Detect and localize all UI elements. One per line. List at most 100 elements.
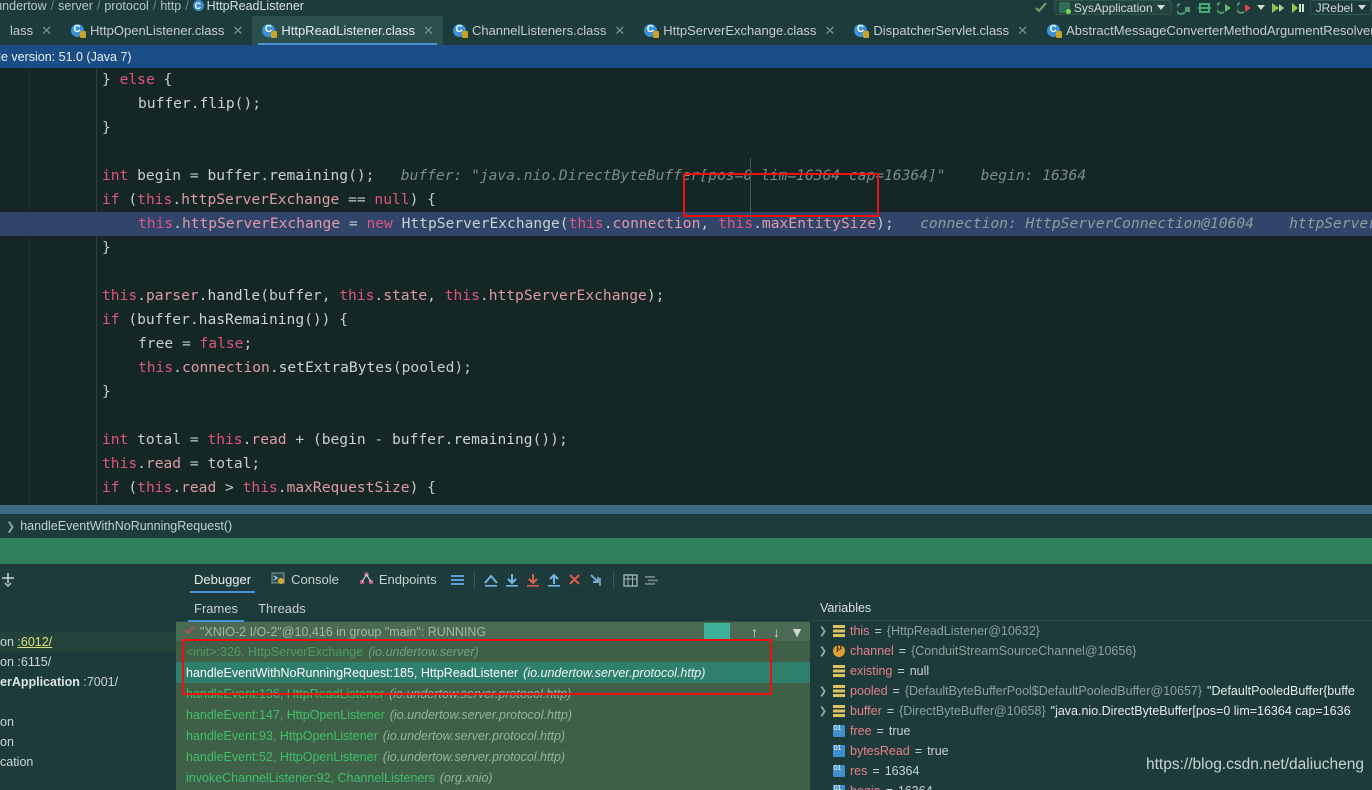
frame-row-0[interactable]: <init>:326, HttpServerExchange (io.undert… — [176, 641, 810, 662]
variable-value: 16364 — [884, 764, 920, 778]
expand-arrow-icon[interactable]: ❯ — [818, 646, 828, 657]
editor-tab-0[interactable]: lass ✕ — [0, 16, 61, 45]
run-with-coverage-icon[interactable] — [1270, 1, 1285, 15]
step-over-icon[interactable] — [502, 569, 523, 590]
step-out-icon[interactable] — [544, 569, 565, 590]
editor-tab-1[interactable]: HttpOpenListener.class ✕ — [61, 16, 252, 45]
breadcrumb-part[interactable]: http — [160, 0, 181, 13]
filter-icon[interactable]: ▼ — [790, 624, 804, 640]
editor-tab-5[interactable]: DispatcherServlet.class ✕ — [844, 16, 1037, 45]
thread-dropdown-button[interactable] — [704, 623, 730, 639]
code-line-17: if (this.read > this.maxRequestSize) { — [102, 479, 436, 496]
evaluate-expression-icon[interactable] — [620, 569, 641, 590]
field-icon — [833, 705, 845, 717]
endpoints-icon — [359, 571, 374, 588]
close-icon[interactable]: ✕ — [824, 23, 835, 39]
variable-row-2[interactable]: existing = null — [810, 661, 1372, 681]
variable-row-4[interactable]: ❯ buffer = {DirectByteBuffer@10658} "java.n… — [810, 701, 1372, 721]
console-line-5[interactable]: on — [0, 732, 176, 752]
console-line-6[interactable]: cation — [0, 752, 176, 772]
expand-arrow-icon[interactable]: ❯ — [818, 626, 828, 637]
subtab-threads[interactable]: Threads — [248, 595, 316, 622]
editor-horizontal-scrollbar[interactable] — [0, 505, 1372, 514]
run-icon[interactable] — [1214, 1, 1232, 15]
thread-label: "XNIO-2 I/O-2"@10,416 in group "main": R… — [200, 624, 487, 639]
breadcrumb-class[interactable]: HttpReadListener — [207, 0, 304, 13]
force-step-into-icon[interactable] — [565, 569, 586, 590]
run-configuration-selector[interactable]: SysApplication — [1053, 0, 1172, 15]
editor-tab-3[interactable]: ChannelListeners.class ✕ — [443, 16, 634, 45]
variable-row-1[interactable]: ❯ channel = {ConduitStreamSourceChannel@106… — [810, 641, 1372, 661]
step-into-icon[interactable] — [523, 569, 544, 590]
breadcrumb-part[interactable]: protocol — [104, 0, 148, 13]
run-to-cursor-icon[interactable] — [586, 569, 607, 590]
settings-icon[interactable] — [641, 569, 662, 590]
frame-package: (io.undertow.server.protocol.http) — [389, 686, 572, 701]
variable-equals: = — [892, 684, 900, 698]
frame-row-5[interactable]: handleEvent:52, HttpOpenListener (io.unde… — [176, 746, 810, 767]
variable-row-3[interactable]: ❯ pooled = {DefaultByteBufferPool$DefaultPo… — [810, 681, 1372, 701]
frame-row-4[interactable]: handleEvent:93, HttpOpenListener (io.unde… — [176, 725, 810, 746]
java-class-icon — [71, 23, 87, 38]
tab-console[interactable]: Console — [261, 564, 349, 595]
chevron-down-icon-2[interactable] — [1256, 5, 1265, 10]
tab-debugger[interactable]: Debugger — [184, 564, 261, 595]
frames-list[interactable]: "XNIO-2 I/O-2"@10,416 in group "main": R… — [176, 622, 810, 790]
variable-row-0[interactable]: ❯ this = {HttpReadListener@10632} — [810, 621, 1372, 641]
debug-icon[interactable] — [1234, 1, 1252, 15]
run-config-label: SysApplication — [1073, 0, 1153, 15]
notification-bar[interactable]: de version: 51.0 (Java 7) — [0, 45, 1372, 68]
editor-structure-breadcrumb[interactable]: ❯ handleEventWithNoRunningRequest() — [0, 514, 1372, 538]
close-icon[interactable]: ✕ — [423, 23, 434, 39]
code-line-13: } — [102, 383, 111, 400]
expand-arrow-icon[interactable]: ❯ — [818, 706, 828, 717]
close-icon[interactable]: ✕ — [232, 23, 243, 39]
console-line-3[interactable] — [0, 692, 176, 712]
frame-method: <init>:326, HttpServerExchange — [186, 644, 364, 659]
console-link[interactable]: :7001/ — [83, 675, 118, 689]
breadcrumb-part[interactable]: undertow — [0, 0, 47, 13]
top-strip: io/undertow/server/protocol/http/HttpRea… — [0, 0, 1372, 16]
sync-icon[interactable] — [1197, 1, 1212, 15]
close-icon[interactable]: ✕ — [41, 23, 52, 39]
close-icon[interactable]: ✕ — [614, 23, 625, 39]
editor-tab-6[interactable]: AbstractMessageConverterMethodArgumentRe… — [1037, 16, 1372, 45]
editor-tab-4[interactable]: HttpServerExchange.class ✕ — [634, 16, 844, 45]
frame-up-icon[interactable]: ↑ — [751, 624, 758, 640]
primitive-icon — [833, 783, 845, 790]
frame-row-1[interactable]: handleEventWithNoRunningRequest:185, Htt… — [176, 662, 810, 683]
code-line-12: this.connection.setExtraBytes(pooled); — [138, 359, 472, 376]
console-line-0[interactable]: on :6012/ — [0, 632, 176, 652]
subtab-frames[interactable]: Frames — [184, 595, 248, 622]
editor-crumb-label: handleEventWithNoRunningRequest() — [20, 519, 233, 533]
jrebel-menu[interactable]: JRebel — [1309, 0, 1372, 15]
class-icon — [192, 0, 204, 14]
frame-down-icon[interactable]: ↓ — [773, 624, 780, 640]
build-icon[interactable] — [1174, 1, 1192, 15]
console-line-2[interactable]: erApplication :7001/ — [0, 672, 176, 692]
expand-arrow-icon[interactable]: ❯ — [818, 686, 828, 697]
soft-wrap-icon[interactable] — [0, 570, 20, 588]
frame-row-6[interactable]: invokeChannelListener:92, ChannelListene… — [176, 767, 810, 788]
console-rail[interactable]: on :6012/on :6115/erApplication :7001/on… — [0, 564, 176, 790]
console-line-4[interactable]: on — [0, 712, 176, 732]
profile-icon[interactable] — [1290, 1, 1305, 15]
console-link[interactable]: :6115/ — [17, 655, 51, 669]
console-link[interactable]: :6012/ — [17, 635, 52, 649]
tab-endpoints[interactable]: Endpoints — [349, 564, 447, 595]
variable-name: pooled — [850, 684, 888, 698]
variable-name: this — [850, 624, 870, 638]
variable-row-8[interactable]: begin = 16364 — [810, 781, 1372, 790]
editor-tab-2[interactable]: HttpReadListener.class ✕ — [252, 16, 443, 45]
show-execution-point-icon[interactable] — [481, 569, 502, 590]
frame-row-3[interactable]: handleEvent:147, HttpOpenListener (io.und… — [176, 704, 810, 725]
layout-settings-icon[interactable] — [447, 569, 468, 590]
toolbar-divider-2 — [612, 571, 614, 588]
variable-row-5[interactable]: free = true — [810, 721, 1372, 741]
console-line-1[interactable]: on :6115/ — [0, 652, 176, 672]
breadcrumb-part[interactable]: server — [58, 0, 93, 13]
code-editor[interactable]: } else {buffer.flip();} int begin = buffe… — [0, 68, 1372, 508]
close-icon[interactable]: ✕ — [1017, 23, 1028, 39]
frame-row-2[interactable]: handleEvent:136, HttpReadListener (io.und… — [176, 683, 810, 704]
